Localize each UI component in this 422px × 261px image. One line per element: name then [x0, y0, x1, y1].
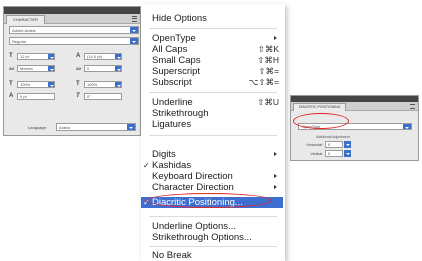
annotation-ellipse [293, 113, 349, 129]
menu-item-strikethrough-options[interactable]: Strikethrough Options... [152, 232, 252, 243]
horizontal-label: Horizontal: [306, 143, 323, 147]
menu-item-small-caps[interactable]: Small Caps [152, 55, 201, 66]
skew-icon: T [76, 93, 80, 99]
tab-character[interactable]: CHARACTER [6, 15, 45, 24]
vertical-scale-icon: T [9, 81, 13, 87]
skew-field[interactable]: T 0° [76, 93, 122, 100]
menu-item-opentype[interactable]: OpenType [152, 33, 277, 44]
leading-icon: A [76, 53, 81, 59]
shortcut-superscript: ⇧⌘= [258, 66, 279, 76]
chevron-down-icon[interactable] [130, 38, 138, 44]
vertical-stepper-button[interactable] [344, 150, 351, 157]
baseline-shift-value: 0 pt [20, 94, 27, 99]
baseline-shift-field[interactable]: A 0 pt [9, 93, 55, 100]
shortcut-all-caps: ⇧⌘K [257, 44, 279, 54]
chevron-down-icon[interactable] [115, 82, 121, 87]
menu-divider [149, 246, 277, 247]
menu-item-character-direction[interactable]: Character Direction [152, 182, 234, 193]
menu-item-superscript[interactable]: Superscript [152, 66, 200, 77]
kerning-field[interactable]: AV Metrics [9, 65, 55, 72]
horizontal-scale-icon: T [76, 81, 80, 87]
menu-item-no-break[interactable]: No Break [152, 250, 192, 261]
menu-item-label: OpenType [152, 33, 196, 44]
tracking-field[interactable]: AV 0 [76, 65, 122, 72]
horizontal-offset-value: 0 [328, 142, 331, 147]
tab-diacritic-positioning[interactable]: DIACRITIC POSITIONING [293, 103, 347, 111]
chevron-down-icon[interactable] [130, 27, 138, 33]
adjustment-heading: Additional Adjustment [316, 135, 350, 139]
leading-field[interactable]: A (14.4 pt) [76, 53, 122, 60]
submenu-arrow-icon [274, 36, 277, 40]
vertical-scale-value: 100% [20, 82, 31, 87]
font-size-icon: T [9, 53, 13, 59]
skew-value: 0° [87, 94, 91, 99]
menu-divider [149, 135, 277, 136]
language-value: Arabic [59, 125, 71, 130]
horizontal-stepper-button[interactable] [344, 141, 351, 148]
character-panel: CHARACTER Adobe Arabic Regular T 12 pt A… [3, 6, 141, 136]
vertical-scale-field[interactable]: T 100% [9, 81, 55, 88]
submenu-arrow-icon [274, 152, 277, 156]
shortcut-underline: ⇧⌘U [257, 97, 279, 107]
chevron-down-icon[interactable] [48, 54, 54, 59]
chevron-down-icon[interactable] [48, 66, 54, 71]
horizontal-scale-field[interactable]: T 100% [76, 81, 122, 88]
horizontal-offset-field[interactable]: 0 [325, 141, 343, 148]
menu-divider [149, 28, 277, 29]
font-family-value: Adobe Arabic [12, 28, 36, 33]
menu-item-underline-options[interactable]: Underline Options... [152, 221, 236, 232]
submenu-arrow-icon [274, 174, 277, 178]
panel-tab-row: CHARACTER [4, 14, 140, 24]
menu-item-ligatures[interactable]: Ligatures [152, 119, 191, 130]
character-panel-flyout-menu: Hide Options OpenType All Caps ⇧⌘K Small… [141, 4, 285, 261]
chevron-down-icon[interactable] [115, 54, 121, 59]
menu-item-all-caps[interactable]: All Caps [152, 44, 187, 55]
submenu-arrow-icon [274, 185, 277, 189]
panel-menu-icon[interactable] [132, 16, 137, 22]
vertical-label: Vertical: [310, 152, 323, 156]
vertical-offset-value: 0 [328, 151, 331, 156]
language-label: Language: [28, 125, 47, 130]
font-size-value: 12 pt [20, 54, 29, 59]
menu-item-digits[interactable]: Digits [152, 149, 176, 160]
tracking-value: 0 [87, 66, 90, 71]
horizontal-scale-value: 100% [87, 82, 98, 87]
chevron-down-icon[interactable] [115, 66, 121, 71]
menu-item-keyboard-direction[interactable]: Keyboard Direction [152, 171, 233, 182]
panel-titlebar[interactable] [4, 7, 140, 14]
kerning-icon: AV [9, 66, 15, 71]
menu-divider [149, 216, 277, 217]
menu-item-kashidas[interactable]: Kashidas [152, 160, 191, 171]
baseline-shift-icon: A [9, 93, 14, 99]
menu-item-strikethrough[interactable]: Strikethrough [152, 108, 209, 119]
chevron-down-icon[interactable] [403, 124, 411, 129]
leading-value: (14.4 pt) [87, 54, 102, 59]
tracking-icon: AV [76, 66, 82, 71]
font-style-dropdown[interactable]: Regular [9, 37, 139, 45]
font-family-dropdown[interactable]: Adobe Arabic [9, 26, 139, 34]
font-style-value: Regular [12, 39, 27, 44]
menu-item-underline[interactable]: Underline [152, 97, 193, 108]
menu-item-hide-options[interactable]: Hide Options [152, 13, 207, 24]
annotation-ellipse [146, 193, 272, 208]
language-dropdown[interactable]: Arabic [56, 123, 136, 131]
kerning-value: Metrics [20, 66, 33, 71]
panel-menu-icon[interactable] [410, 104, 415, 109]
shortcut-small-caps: ⇧⌘H [257, 55, 279, 65]
checkmark-icon: ✓ [143, 161, 150, 170]
menu-item-subscript[interactable]: Subscript [152, 77, 192, 88]
chevron-down-icon[interactable] [48, 82, 54, 87]
font-size-field[interactable]: T 12 pt [9, 53, 55, 60]
menu-divider [149, 92, 277, 93]
shortcut-subscript: ⌥⇧⌘= [248, 77, 279, 87]
chevron-down-icon[interactable] [127, 124, 135, 130]
vertical-offset-field[interactable]: 0 [325, 150, 343, 157]
panel-tab-row: DIACRITIC POSITIONING [291, 102, 418, 111]
